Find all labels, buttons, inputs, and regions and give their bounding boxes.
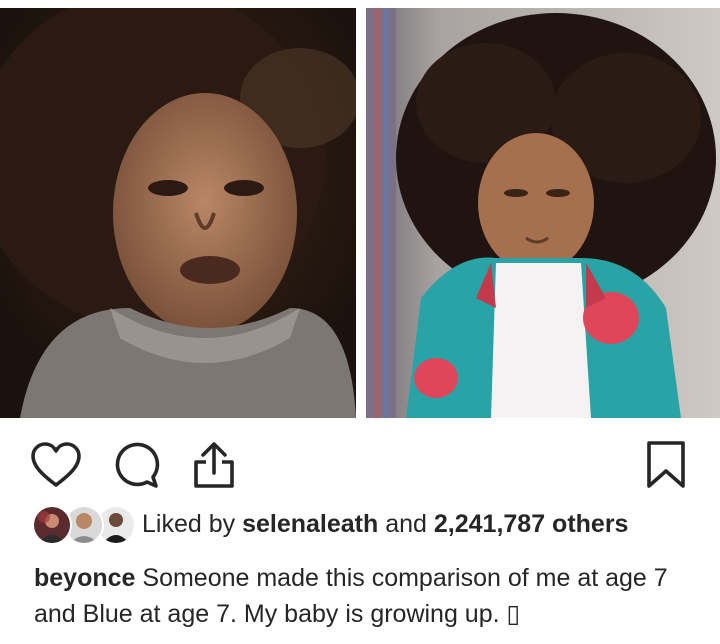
likes-joiner: and <box>385 510 427 538</box>
photo-right <box>366 8 720 418</box>
comment-icon <box>115 442 160 488</box>
photo-left <box>0 8 356 418</box>
share-icon <box>194 442 234 488</box>
liker-avatars[interactable] <box>32 504 136 545</box>
post-media[interactable] <box>0 0 720 418</box>
liker-username-link[interactable]: selenaleath <box>242 510 378 538</box>
likes-summary: Liked by selenaleath and 2,241,787 other… <box>142 504 628 544</box>
like-button[interactable] <box>28 436 84 494</box>
likes-row: Liked by selenaleath and 2,241,787 other… <box>32 504 628 545</box>
likes-count-link[interactable]: 2,241,787 others <box>434 510 629 538</box>
avatar[interactable] <box>32 505 72 545</box>
share-button[interactable] <box>186 436 242 494</box>
comment-button[interactable] <box>108 436 164 494</box>
post-caption: beyonce Someone made this comparison of … <box>34 560 694 632</box>
likes-prefix: Liked by <box>142 510 236 538</box>
caption-username-link[interactable]: beyonce <box>34 564 135 592</box>
bookmark-icon <box>647 441 685 488</box>
save-button[interactable] <box>638 436 694 494</box>
heart-icon <box>31 442 81 487</box>
post-action-bar <box>0 436 720 494</box>
